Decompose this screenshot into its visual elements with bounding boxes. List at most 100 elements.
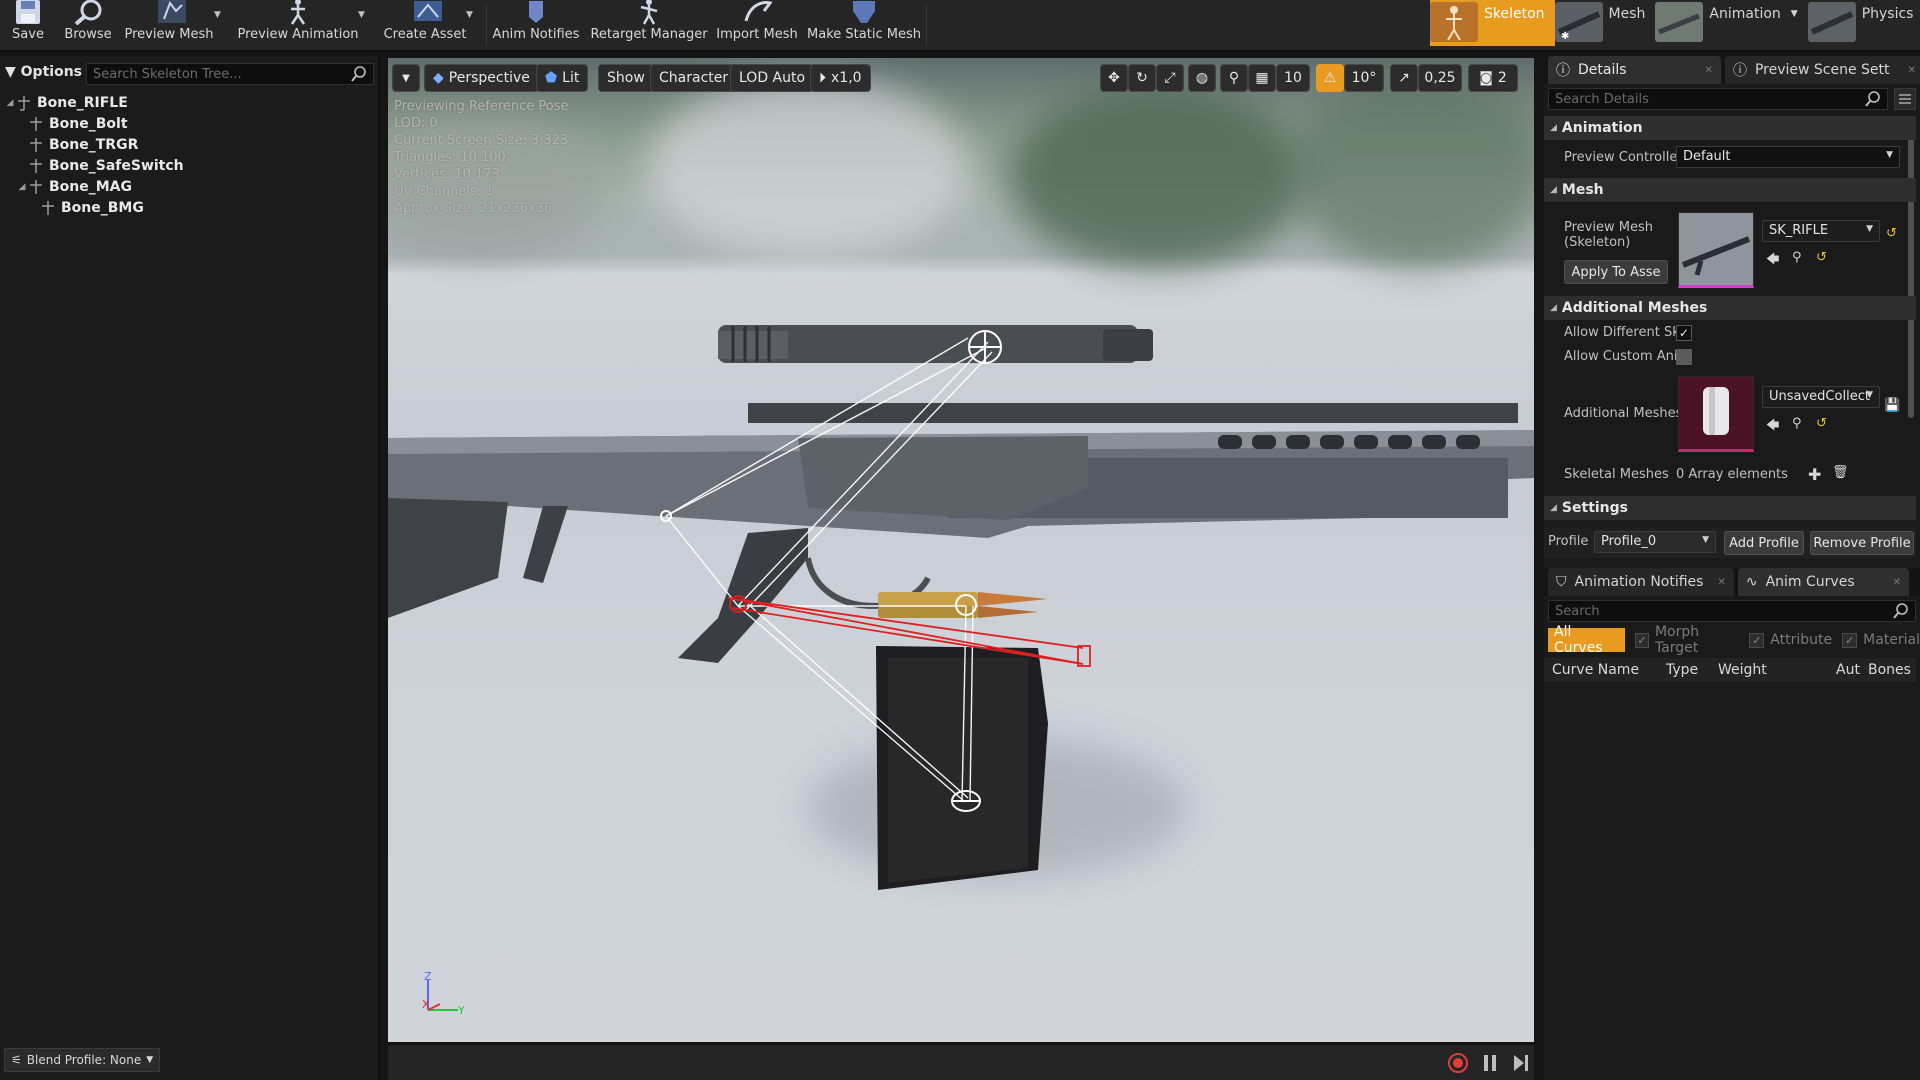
rotation-snap-toggle[interactable]: ⚠ — [1316, 64, 1344, 92]
coordinate-space-button[interactable]: ◍ — [1188, 64, 1216, 92]
options-dropdown[interactable]: ▼ Options ▼ — [5, 64, 94, 80]
remove-profile-button[interactable]: Remove Profile — [1810, 531, 1914, 555]
preview-animation-caret-icon[interactable]: ▼ — [358, 10, 365, 20]
curves-search-input[interactable]: Search — [1548, 600, 1916, 622]
scale-snap-value[interactable]: 0,25 — [1418, 64, 1462, 92]
preview-animation-button[interactable]: Preview Animation — [238, 0, 359, 48]
category-mesh[interactable]: ◢ Mesh — [1544, 178, 1916, 202]
browse-search-icon[interactable]: ⚲ — [1792, 416, 1802, 431]
preview-mesh-asset-picker[interactable]: SK_RIFLE ▼ — [1762, 220, 1880, 242]
camera-speed-button[interactable]: ◙ 2 — [1468, 64, 1518, 92]
chevron-down-icon: ▼ — [1866, 224, 1873, 234]
preview-mesh-thumbnail[interactable] — [1678, 212, 1754, 288]
surface-snap-button[interactable]: ⚲ — [1220, 64, 1248, 92]
tree-item-bone-mag[interactable]: ◢ Bone_MAG — [0, 176, 378, 197]
collapse-arrow-icon[interactable]: ◢ — [16, 182, 28, 192]
column-bones[interactable]: Bones — [1868, 662, 1911, 678]
view-options-button[interactable] — [1894, 88, 1916, 110]
lod-button[interactable]: LOD Auto — [730, 64, 815, 92]
tab-animation-notifies[interactable]: ⛉ Animation Notifies ✕ — [1548, 568, 1734, 596]
reset-to-default-icon[interactable]: ↺ — [1886, 226, 1897, 241]
playback-speed-button[interactable]: ⏵ x1,0 — [810, 64, 871, 92]
preview-viewport[interactable]: ▼ ◆ Perspective ⬟ Lit Show Character LOD… — [388, 58, 1534, 1042]
record-button[interactable] — [1446, 1051, 1470, 1075]
snap-icon: ⚲ — [1228, 70, 1240, 86]
save-collection-icon[interactable]: 💾 — [1884, 398, 1900, 413]
pause-button[interactable] — [1478, 1051, 1502, 1075]
column-type[interactable]: Type — [1666, 662, 1698, 678]
import-mesh-button[interactable]: Import Mesh — [716, 0, 798, 48]
material-filter[interactable]: ✓ Material — [1842, 632, 1920, 648]
allow-custom-anim-bp-checkbox[interactable] — [1676, 349, 1692, 365]
category-animation[interactable]: ◢ Animation — [1544, 116, 1916, 140]
translate-tool-button[interactable]: ✥ — [1100, 64, 1128, 92]
close-icon[interactable]: ✕ — [1717, 577, 1725, 588]
save-button[interactable]: Save — [8, 0, 48, 48]
grid-snap-value[interactable]: 10 — [1276, 64, 1310, 92]
rotation-snap-value[interactable]: 10° — [1344, 64, 1384, 92]
column-auto[interactable]: Aut — [1836, 662, 1860, 678]
details-search-input[interactable]: Search Details — [1548, 88, 1888, 110]
tab-preview-scene-settings[interactable]: ⓘ Preview Scene Sett ✕ — [1724, 56, 1920, 84]
create-asset-caret-icon[interactable]: ▼ — [466, 10, 473, 20]
mode-animation-button[interactable]: Animation ▼ — [1655, 0, 1807, 46]
attribute-filter[interactable]: ✓ Attribute — [1749, 632, 1832, 648]
collapse-arrow-icon[interactable]: ◢ — [4, 98, 16, 108]
mode-physics-button[interactable]: Physics — [1807, 0, 1920, 46]
mode-skeleton-button[interactable]: Skeleton — [1430, 0, 1555, 46]
preview-mesh-button[interactable]: Preview Mesh — [124, 0, 214, 48]
category-additional-meshes[interactable]: ◢ Additional Meshes — [1544, 296, 1916, 320]
add-element-icon[interactable]: ✚ — [1808, 465, 1821, 484]
anim-notifies-button[interactable]: Anim Notifies — [492, 0, 580, 48]
column-weight[interactable]: Weight — [1718, 662, 1767, 678]
lit-button[interactable]: ⬟ Lit — [536, 64, 589, 92]
close-icon[interactable]: ✕ — [1893, 577, 1901, 588]
grid-icon: ▦ — [1255, 70, 1269, 86]
animation-mode-caret-icon[interactable]: ▼ — [1791, 9, 1798, 19]
create-asset-button[interactable]: Create Asset — [382, 0, 468, 48]
bone-icon — [18, 95, 30, 111]
tab-anim-curves[interactable]: ∿ Anim Curves ✕ — [1737, 568, 1910, 596]
trash-icon[interactable]: 🗑 — [1832, 465, 1849, 480]
column-curve-name[interactable]: Curve Name — [1552, 662, 1639, 678]
allow-different-skeletons-checkbox[interactable]: ✓ — [1676, 325, 1692, 341]
grid-snap-toggle[interactable]: ▦ — [1248, 64, 1276, 92]
tree-item-bone-bmg[interactable]: Bone_BMG — [0, 197, 378, 218]
tree-item-bone-rifle[interactable]: ◢ Bone_RIFLE — [0, 92, 378, 113]
tab-details[interactable]: ⓘ Details ✕ — [1548, 56, 1721, 84]
rotate-tool-button[interactable]: ↻ — [1128, 64, 1156, 92]
character-button[interactable]: Character — [650, 64, 738, 92]
additional-meshes-asset-picker[interactable]: UnsavedCollect ▼ — [1762, 386, 1880, 408]
browse-search-icon[interactable]: ⚲ — [1792, 250, 1802, 265]
apply-to-asset-button[interactable]: Apply To Asse — [1564, 260, 1668, 284]
profile-dropdown[interactable]: Profile_0 ▼ — [1594, 531, 1716, 553]
step-forward-button[interactable] — [1508, 1051, 1532, 1075]
reset-icon[interactable]: ↺ — [1816, 250, 1827, 265]
use-selected-arrow-icon[interactable]: 🡄 — [1766, 416, 1779, 438]
tree-item-bone-safeswitch[interactable]: Bone_SafeSwitch — [0, 155, 378, 176]
retarget-manager-button[interactable]: Retarget Manager — [590, 0, 708, 48]
all-curves-toggle[interactable]: All Curves — [1548, 624, 1626, 656]
viewport-options-button[interactable]: ▼ — [392, 64, 420, 92]
tree-item-bone-trgr[interactable]: Bone_TRGR — [0, 134, 378, 155]
preview-mesh-caret-icon[interactable]: ▼ — [214, 10, 221, 20]
scale-snap-toggle[interactable]: ↗ — [1390, 64, 1418, 92]
make-static-mesh-button[interactable]: Make Static Mesh — [807, 0, 921, 48]
reset-icon[interactable]: ↺ — [1816, 416, 1827, 431]
preview-controller-dropdown[interactable]: Default ▼ — [1676, 146, 1900, 168]
morph-target-filter[interactable]: ✓ Morph Target — [1635, 624, 1739, 656]
mode-mesh-button[interactable]: ✱ Mesh — [1554, 0, 1656, 46]
additional-meshes-thumbnail[interactable] — [1678, 376, 1754, 452]
browse-button[interactable]: Browse — [62, 0, 114, 48]
perspective-button[interactable]: ◆ Perspective — [424, 64, 539, 92]
use-selected-arrow-icon[interactable]: 🡄 — [1766, 250, 1779, 272]
show-button[interactable]: Show — [598, 64, 654, 92]
category-settings[interactable]: ◢ Settings — [1544, 496, 1916, 520]
tree-item-bone-bolt[interactable]: Bone_Bolt — [0, 113, 378, 134]
close-icon[interactable]: ✕ — [1705, 65, 1713, 76]
close-icon[interactable]: ✕ — [1908, 65, 1916, 76]
blend-profile-dropdown[interactable]: ⚟ Blend Profile: None ▼ — [4, 1048, 161, 1072]
scale-tool-button[interactable]: ⤢ — [1156, 64, 1184, 92]
skeleton-tree-search-input[interactable]: Search Skeleton Tree... — [86, 63, 374, 85]
add-profile-button[interactable]: Add Profile — [1724, 531, 1804, 555]
